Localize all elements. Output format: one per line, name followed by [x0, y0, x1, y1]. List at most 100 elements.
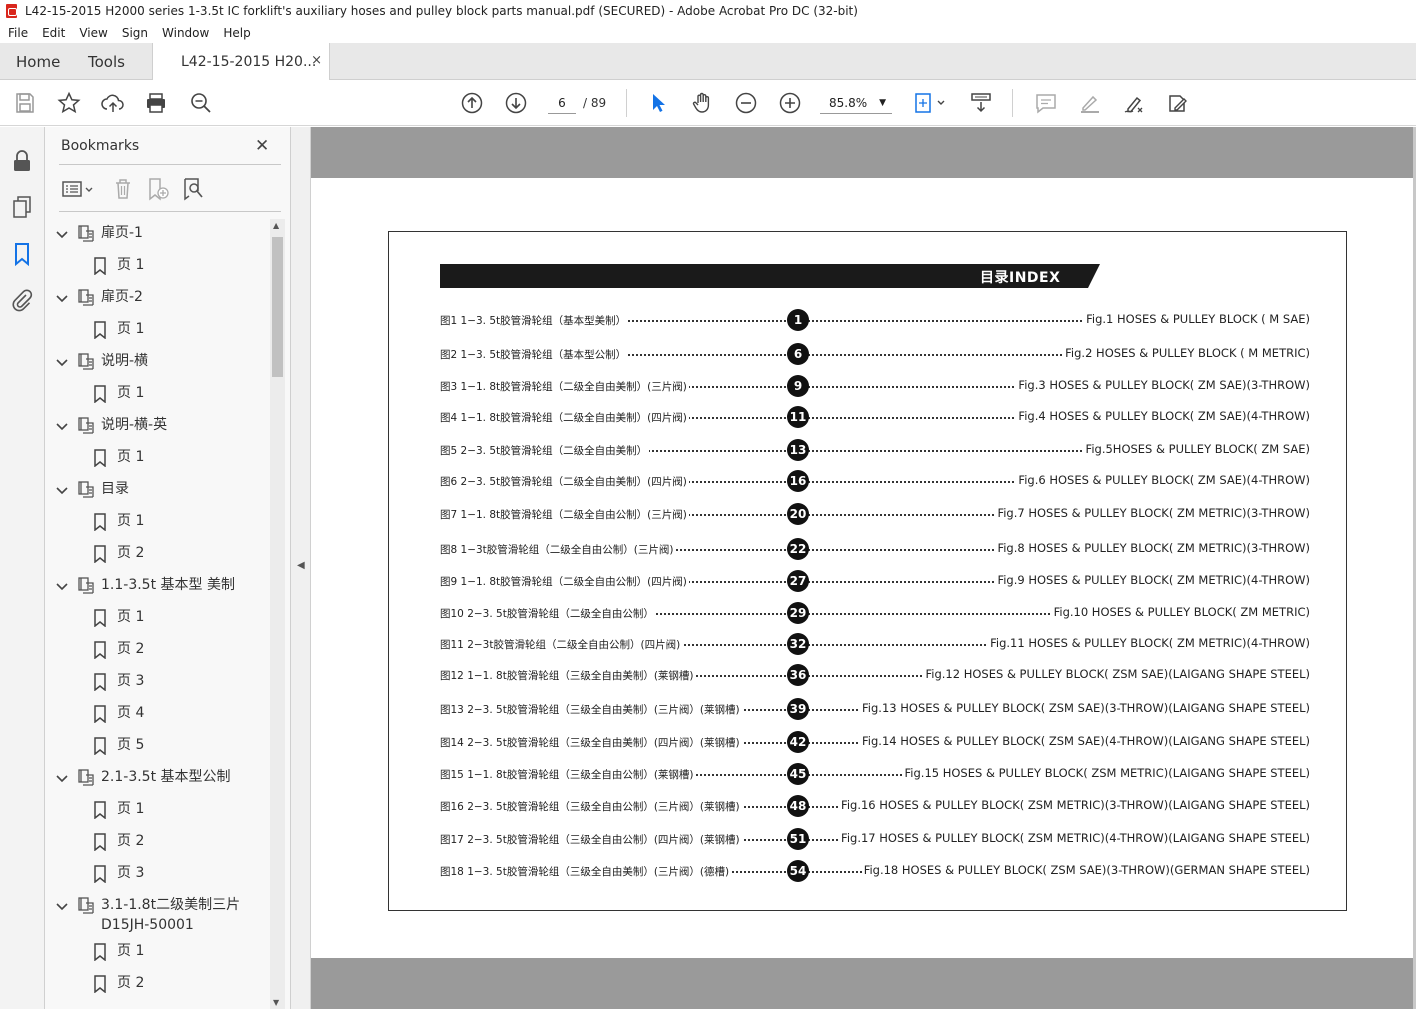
menu-sign[interactable]: Sign: [122, 26, 148, 40]
find-bookmark-icon[interactable]: [181, 177, 205, 201]
chevron-down-icon[interactable]: [55, 419, 69, 433]
page-number-input[interactable]: 6: [548, 92, 576, 114]
bookmark-item[interactable]: 页 2: [45, 831, 269, 863]
bookmark-item[interactable]: 页 2: [45, 973, 269, 1005]
zoom-search-icon[interactable]: [189, 91, 213, 115]
index-entry[interactable]: 图16 2−3. 5t胶管滑轮组（三级全自由公制）(三片阀）(莱钢槽) 48 Fig…: [440, 795, 1310, 817]
bookmark-group[interactable]: 扉页-2: [45, 287, 269, 319]
pages-icon[interactable]: [11, 195, 33, 219]
bookmark-item[interactable]: 页 1: [45, 511, 269, 543]
tab-home[interactable]: Home: [16, 53, 60, 71]
index-entry[interactable]: 图7 1−1. 8t胶管滑轮组（二级全自由公制）(三片阀) 20 Fig.7 HOS…: [440, 503, 1310, 525]
index-entry[interactable]: 图6 2−3. 5t胶管滑轮组（二级全自由美制）(四片阀) 16 Fig.6 HOS…: [440, 470, 1310, 492]
chevron-down-icon[interactable]: [55, 899, 69, 913]
chevron-down-icon[interactable]: [55, 579, 69, 593]
index-entry[interactable]: 图12 1−1. 8t胶管滑轮组（三级全自由美制）(莱钢槽) 36 Fig.12 H…: [440, 664, 1310, 686]
delete-bookmark-icon[interactable]: [112, 177, 134, 201]
fit-page-icon[interactable]: [912, 91, 948, 115]
bookmark-icon: [93, 673, 107, 692]
previous-page-icon[interactable]: [460, 91, 484, 115]
collapse-panel-arrow-icon[interactable]: ◀: [297, 560, 305, 571]
bookmark-group[interactable]: 1.1-3.5t 基本型 美制: [45, 575, 269, 607]
bookmark-item[interactable]: 页 4: [45, 703, 269, 735]
bookmark-group[interactable]: 2.1-3.5t 基本型公制: [45, 767, 269, 799]
scroll-down-arrow-icon[interactable]: ▼: [273, 998, 279, 1007]
bookmark-options-icon[interactable]: [61, 177, 97, 201]
bookmark-item[interactable]: 页 1: [45, 607, 269, 639]
bookmark-item[interactable]: 页 2: [45, 543, 269, 575]
bookmark-item[interactable]: 页 1: [45, 255, 269, 287]
index-entry[interactable]: 图5 2−3. 5t胶管滑轮组（二级全自由美制） 13 Fig.5HOSES & P…: [440, 439, 1310, 461]
bookmark-item[interactable]: 页 2: [45, 639, 269, 671]
fill-sign-icon[interactable]: [1166, 91, 1190, 115]
zoom-level-select[interactable]: 85.8% ▼: [820, 92, 892, 114]
index-entry[interactable]: 图1 1−3. 5t胶管滑轮组（基本型美制） 1 Fig.1 HOSES & PUL…: [440, 309, 1310, 331]
menu-window[interactable]: Window: [162, 26, 209, 40]
upload-cloud-icon[interactable]: [101, 91, 125, 115]
close-icon[interactable]: ✕: [255, 136, 269, 156]
index-entry[interactable]: 图4 1−1. 8t胶管滑轮组（二级全自由美制）(四片阀) 11 Fig.4 HOS…: [440, 406, 1310, 428]
scrollbar-thumb[interactable]: [272, 237, 283, 377]
document-viewer[interactable]: 目录INDEX 图1 1−3. 5t胶管滑轮组（基本型美制） 1 Fig.1 HOS…: [311, 127, 1416, 1009]
index-entry[interactable]: 图10 2−3. 5t胶管滑轮组（二级全自由公制） 29 Fig.10 HOSES …: [440, 602, 1310, 624]
bookmark-item[interactable]: 页 3: [45, 863, 269, 895]
index-entry[interactable]: 图9 1−1. 8t胶管滑轮组（二级全自由公制）(四片阀) 27 Fig.9 HOS…: [440, 570, 1310, 592]
bookmark-item[interactable]: 页 3: [45, 671, 269, 703]
attachment-icon[interactable]: [11, 288, 33, 312]
entry-page-number: 27: [787, 570, 809, 592]
tab-document[interactable]: L42-15-2015 H20... ×: [152, 43, 330, 80]
index-entry[interactable]: 图11 2−3t胶管滑轮组（二级全自由公制）(四片阀) 32 Fig.11 HOSE…: [440, 633, 1310, 655]
index-entry[interactable]: 图14 2−3. 5t胶管滑轮组（三级全自由美制）(四片阀）(莱钢槽) 42 Fig…: [440, 731, 1310, 753]
highlight-pen-icon[interactable]: [1078, 91, 1102, 115]
chevron-down-icon[interactable]: [55, 771, 69, 785]
index-entry[interactable]: 图15 1−1. 8t胶管滑轮组（三级全自由公制）(莱钢槽) 45 Fig.15 H…: [440, 763, 1310, 785]
zoom-in-icon[interactable]: [778, 91, 802, 115]
new-bookmark-icon[interactable]: [146, 177, 170, 201]
save-icon[interactable]: [13, 91, 37, 115]
hand-tool-icon[interactable]: [690, 91, 714, 115]
index-title: 目录INDEX: [980, 270, 1061, 286]
bookmark-group[interactable]: 说明-横: [45, 351, 269, 383]
bookmark-item[interactable]: 页 1: [45, 941, 269, 973]
bookmark-item[interactable]: 页 1: [45, 447, 269, 479]
sign-pen-icon[interactable]: [1122, 91, 1146, 115]
chevron-down-icon[interactable]: [55, 227, 69, 241]
bookmark-group[interactable]: 目录: [45, 479, 269, 511]
tab-tools[interactable]: Tools: [88, 53, 125, 71]
bookmark-group[interactable]: 说明-横-英: [45, 415, 269, 447]
select-cursor-icon[interactable]: [646, 91, 670, 115]
panel-splitter[interactable]: ◀: [291, 127, 311, 1009]
zoom-out-icon[interactable]: [734, 91, 758, 115]
bookmark-group[interactable]: 扉页-1: [45, 223, 269, 255]
star-icon[interactable]: [57, 91, 81, 115]
scroll-mode-icon[interactable]: [969, 91, 993, 115]
menu-file[interactable]: File: [8, 26, 28, 40]
index-entry[interactable]: 图13 2−3. 5t胶管滑轮组（三级全自由美制）(三片阀）(莱钢槽) 39 Fig…: [440, 698, 1310, 720]
index-entry[interactable]: 图3 1−1. 8t胶管滑轮组（二级全自由美制）(三片阀) 9 Fig.3 HOSE…: [440, 375, 1310, 397]
bookmark-panel-icon[interactable]: [11, 242, 33, 267]
lock-icon[interactable]: [11, 149, 33, 173]
chevron-down-icon[interactable]: [55, 483, 69, 497]
bookmarks-scrollbar[interactable]: ▲ ▼: [270, 219, 285, 1009]
index-entry[interactable]: 图18 1−3. 5t胶管滑轮组（三级全自由美制）(三片阀）(德槽) 54 Fig.…: [440, 860, 1310, 882]
bookmark-item[interactable]: 页 1: [45, 799, 269, 831]
bookmark-icon: [93, 833, 107, 852]
comment-icon[interactable]: [1034, 91, 1058, 115]
chevron-down-icon: ▼: [879, 98, 886, 108]
chevron-down-icon[interactable]: [55, 355, 69, 369]
menu-edit[interactable]: Edit: [42, 26, 65, 40]
index-entry[interactable]: 图2 1−3. 5t胶管滑轮组（基本型公制） 6 Fig.2 HOSES & PUL…: [440, 343, 1310, 365]
next-page-icon[interactable]: [504, 91, 528, 115]
close-tab-icon[interactable]: ×: [311, 53, 322, 68]
index-entry[interactable]: 图17 2−3. 5t胶管滑轮组（三级全自由公制）(四片阀）(莱钢槽) 51 Fig…: [440, 828, 1310, 850]
print-icon[interactable]: [144, 91, 168, 115]
index-entry[interactable]: 图8 1−3t胶管滑轮组（二级全自由公制）(三片阀) 22 Fig.8 HOSES …: [440, 538, 1310, 560]
menu-view[interactable]: View: [79, 26, 107, 40]
bookmark-item[interactable]: 页 5: [45, 735, 269, 767]
bookmark-item[interactable]: 页 1: [45, 319, 269, 351]
scroll-up-arrow-icon[interactable]: ▲: [273, 221, 279, 230]
chevron-down-icon[interactable]: [55, 291, 69, 305]
menu-help[interactable]: Help: [223, 26, 250, 40]
bookmark-group[interactable]: 3.1-1.8t二级美制三片 D15JH-50001: [45, 895, 269, 933]
bookmark-item[interactable]: 页 1: [45, 383, 269, 415]
